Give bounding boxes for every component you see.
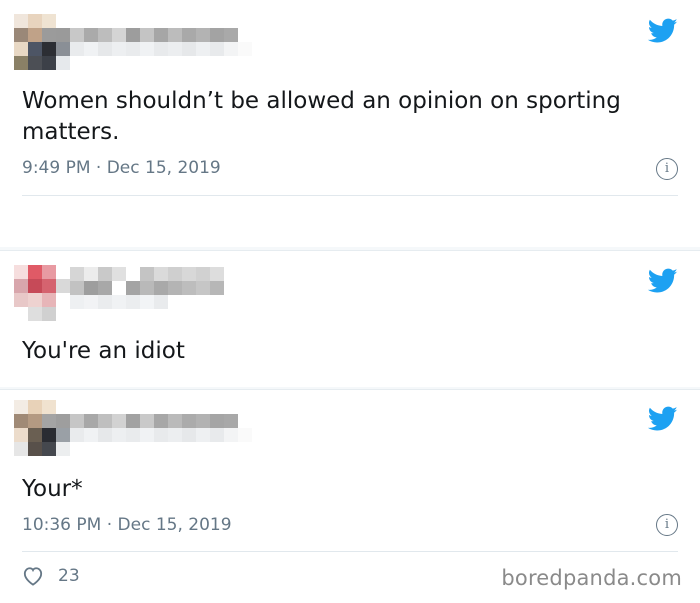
watermark-text: boredpanda.com <box>501 566 682 590</box>
tweet-text: Your* <box>22 476 83 502</box>
tweet-time: 10:36 PM <box>22 515 102 535</box>
tweet-1: Women shouldn’t be allowed an opinion on… <box>0 0 700 247</box>
tweet-text: Women shouldn’t be allowed an opinion on… <box>22 88 621 145</box>
meta-separator: · <box>95 158 102 178</box>
author-name-pixelated <box>70 267 252 309</box>
divider <box>22 195 678 196</box>
heart-icon[interactable] <box>22 566 44 586</box>
twitter-bird-icon <box>648 406 678 431</box>
avatar-pixelated <box>14 400 70 456</box>
info-icon[interactable]: i <box>656 158 678 180</box>
avatar-pixelated <box>14 265 70 321</box>
author-name-pixelated <box>70 414 252 442</box>
tweet-2: You're an idiot <box>0 250 700 388</box>
tweet-text: You're an idiot <box>22 338 185 364</box>
twitter-bird-icon <box>648 268 678 293</box>
twitter-bird-icon <box>648 18 678 43</box>
tweet-timestamp[interactable]: 9:49 PM · Dec 15, 2019 <box>22 158 221 178</box>
tweet-date: Dec 15, 2019 <box>106 158 221 178</box>
tweet-gap <box>0 387 700 389</box>
meta-separator: · <box>106 515 113 535</box>
avatar-pixelated <box>14 14 70 70</box>
tweet-date: Dec 15, 2019 <box>117 515 232 535</box>
like-count: 23 <box>58 566 80 586</box>
divider <box>22 551 678 552</box>
like-control[interactable]: 23 <box>22 566 80 586</box>
info-icon[interactable]: i <box>656 514 678 536</box>
author-name-pixelated <box>70 28 252 56</box>
tweet-timestamp[interactable]: 10:36 PM · Dec 15, 2019 <box>22 515 232 535</box>
tweet-time: 9:49 PM <box>22 158 91 178</box>
